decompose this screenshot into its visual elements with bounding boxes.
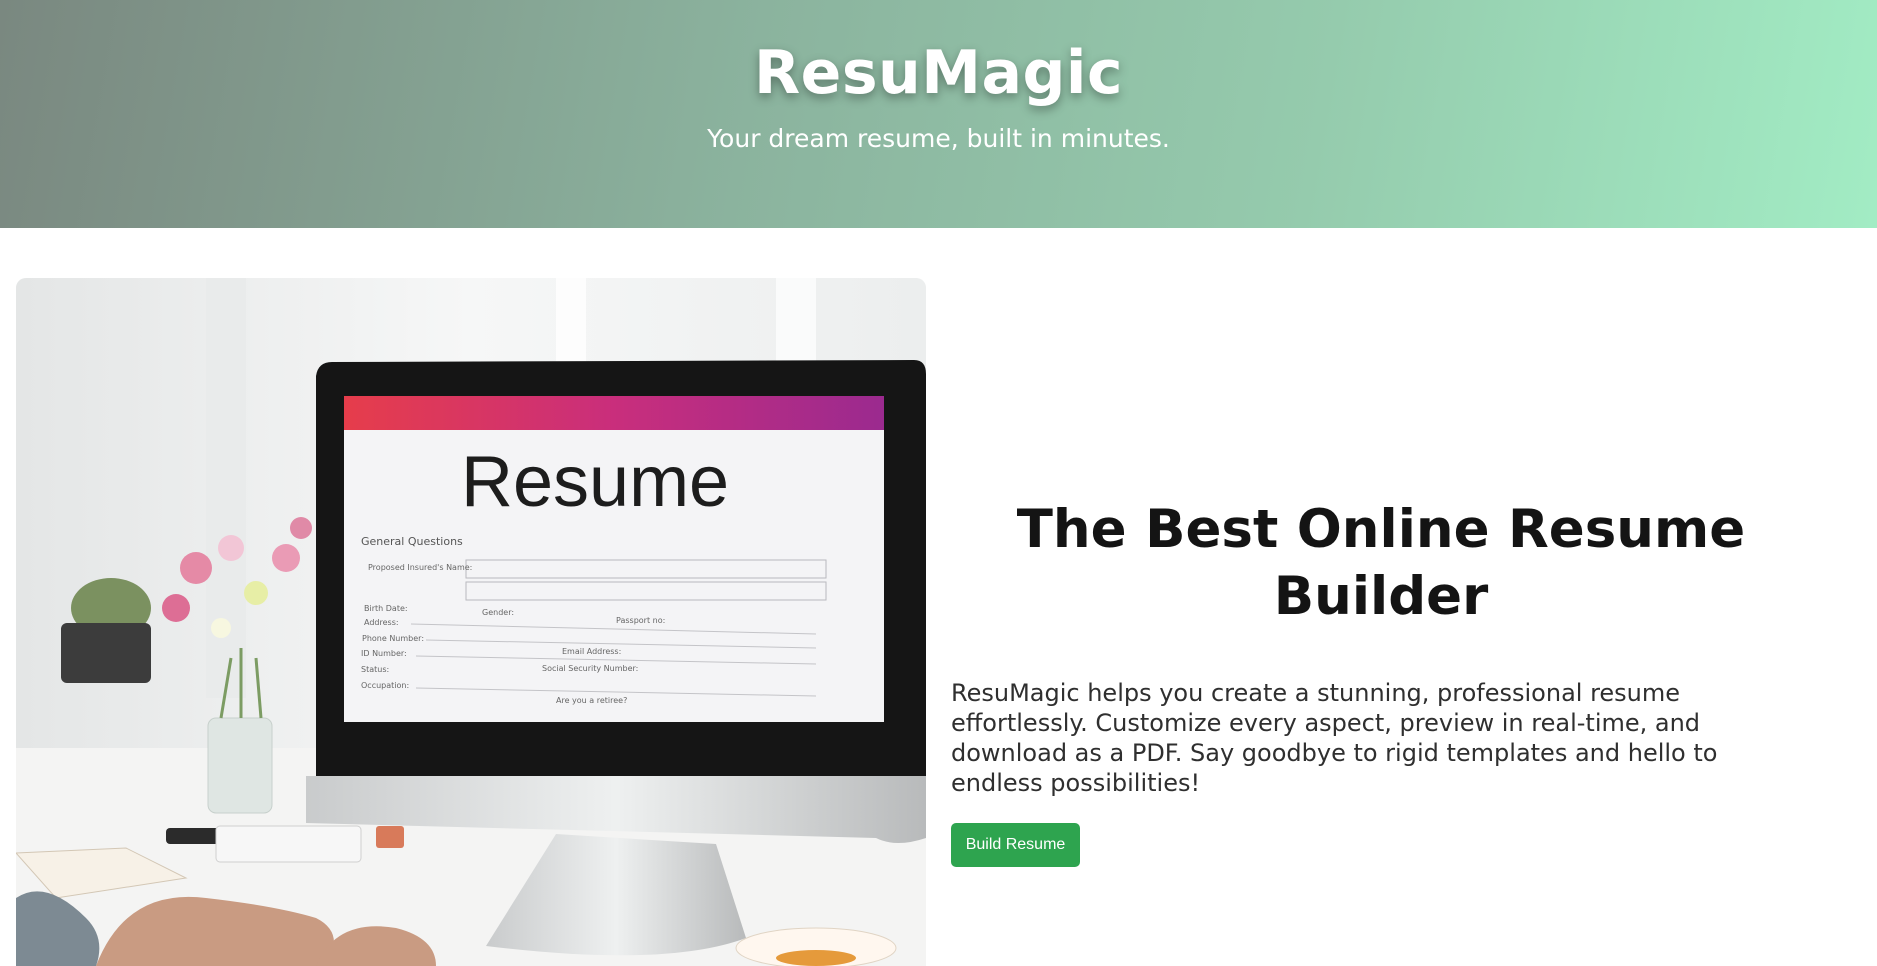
computer-desk-illustration: Resume General Questions Proposed Insure… (16, 278, 926, 966)
svg-text:Status:: Status: (361, 665, 389, 674)
brand-title: ResuMagic (753, 38, 1124, 108)
svg-text:ID Number:: ID Number: (361, 649, 407, 658)
svg-text:Email Address:: Email Address: (562, 647, 621, 656)
hero-header: ResuMagic Your dream resume, built in mi… (0, 0, 1877, 228)
hero-photo: Resume General Questions Proposed Insure… (16, 278, 926, 966)
svg-text:Address:: Address: (364, 618, 399, 627)
build-resume-button[interactable]: Build Resume (951, 823, 1080, 867)
svg-text:Social Security Number:: Social Security Number: (542, 664, 638, 673)
svg-text:Gender:: Gender: (482, 608, 514, 617)
svg-text:Proposed Insured's Name:: Proposed Insured's Name: (368, 563, 472, 572)
main-description: ResuMagic helps you create a stunning, p… (951, 679, 1718, 797)
svg-text:Are you a retiree?: Are you a retiree? (556, 696, 627, 705)
svg-text:Birth Date:: Birth Date: (364, 604, 408, 613)
svg-text:Phone Number:: Phone Number: (362, 634, 424, 643)
svg-text:General Questions: General Questions (361, 535, 463, 548)
svg-text:Passport no:: Passport no: (616, 616, 665, 625)
svg-text:Occupation:: Occupation: (361, 681, 409, 690)
screen-resume-title: Resume (461, 442, 729, 522)
brand-tagline: Your dream resume, built in minutes. (707, 124, 1170, 153)
main-title: The Best Online Resume Builder (1016, 499, 1746, 627)
